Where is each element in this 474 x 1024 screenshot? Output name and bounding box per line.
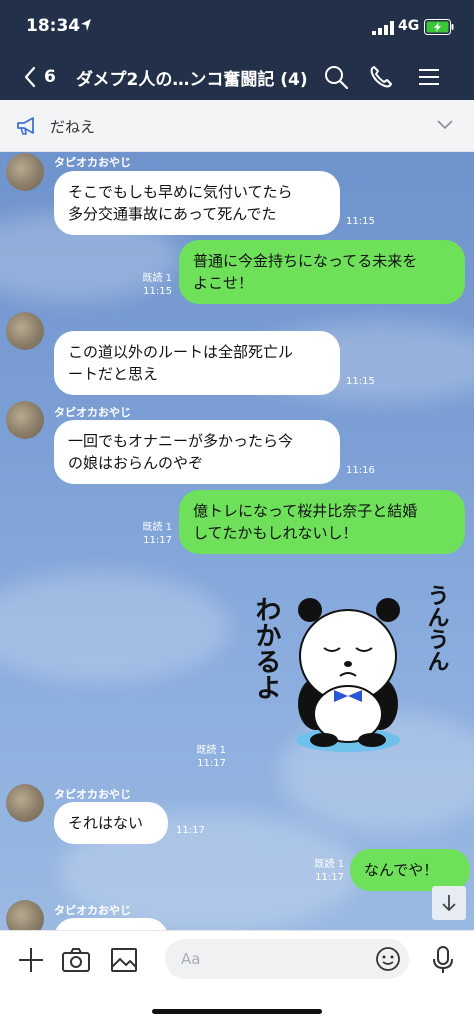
network-type: 4G [398,18,420,34]
read-receipt: 既読 1 [314,859,344,870]
message-line: 普通に今金持ちになってる未来を [193,252,418,270]
message-bubble-incoming[interactable]: それはない [54,802,168,844]
mic-icon[interactable] [428,945,458,975]
message-input-placeholder: Aa [181,950,201,968]
scroll-to-bottom-button[interactable] [432,886,466,920]
message-line: ートだと思え [68,365,159,383]
avatar[interactable] [6,312,44,350]
battery-charging-icon [424,19,454,35]
message-line: 一回でもオナニーが多かったら今 [68,432,294,450]
menu-icon[interactable] [416,64,442,90]
message-time: 11:17 [197,758,226,769]
sticker-text-left: わかるよ [251,596,281,700]
home-indicator [152,1009,322,1014]
emoji-icon[interactable] [375,946,401,972]
chat-area[interactable]: タピオカおやじ そこでもしも早めに気付いてたら 多分交通事故にあって死んでた 1… [0,152,474,930]
message-line: の娘はおらんのやぞ [68,454,204,472]
read-receipt: 既読 1 [142,522,172,533]
message-bubble-incoming[interactable]: この道以外のルートは全部死亡ル ートだと思え [54,331,340,395]
message-bubble-incoming[interactable] [54,918,168,930]
message-line: それはない [68,814,144,832]
message-input[interactable]: Aa [165,939,409,979]
message-line: よこせ！ [193,274,254,292]
sticker-text-right: うんうん [424,584,449,672]
message-time: 11:17 [315,872,344,883]
message-line: そこでもしも早めに気付いてたら [68,183,293,201]
message-bubble-outgoing[interactable]: なんでや！ [350,849,470,891]
read-receipt: 既読 1 [196,745,226,756]
message-time: 11:16 [346,465,375,476]
location-arrow-icon [81,19,91,31]
megaphone-icon [17,117,34,135]
panda-sticker-image: わかるよ うんうん [251,584,449,752]
plus-icon[interactable] [16,945,46,975]
message-bubble-outgoing[interactable]: 億トレになって桜井比奈子と結婚 してたかもしれないし！ [179,490,465,554]
avatar[interactable] [6,900,44,930]
announcement-bar[interactable]: だねえ [0,100,474,152]
status-time: 18:34 [26,16,81,36]
message-time: 11:17 [143,535,172,546]
message-time: 11:15 [143,286,172,297]
sender-name: タピオカおやじ [54,904,131,917]
read-receipt: 既読 1 [142,273,172,284]
top-bar: 18:34 4G 6 ダメプ2人の…ンコ奮闘記 (4) [0,0,474,100]
chat-title[interactable]: ダメプ2人の…ンコ奮闘記 (4) [76,65,312,90]
avatar[interactable] [6,784,44,822]
sender-name: タピオカおやじ [54,156,131,169]
image-icon[interactable] [109,945,139,975]
chevron-down-icon[interactable] [436,118,454,132]
message-line: してたかもしれないし！ [193,524,358,542]
sender-name: タピオカおやじ [54,788,131,801]
unread-count: 6 [44,67,56,87]
message-line: この道以外のルートは全部死亡ル [68,343,294,361]
back-chevron-icon [24,66,36,88]
status-bar: 18:34 4G [0,0,474,52]
arrow-down-icon [442,895,456,912]
avatar[interactable] [6,401,44,439]
back-button[interactable]: 6 [24,62,64,92]
chat-header: 6 ダメプ2人の…ンコ奮闘記 (4) [0,52,474,100]
search-icon[interactable] [323,64,349,90]
camera-icon[interactable] [61,945,91,975]
message-bubble-outgoing[interactable]: 普通に今金持ちになってる未来を よこせ！ [179,240,465,304]
message-time: 11:17 [176,825,205,836]
input-bar: Aa [0,930,474,1024]
signal-icon [372,21,394,35]
sender-name: タピオカおやじ [54,406,131,419]
panda-sticker[interactable]: わかるよ うんうん [238,564,460,764]
announcement-text: だねえ [50,118,96,136]
message-line: なんでや！ [364,861,439,879]
message-time: 11:15 [346,216,375,227]
message-time: 11:15 [346,376,375,387]
message-line: 多分交通事故にあって死んでた [68,205,277,223]
message-bubble-incoming[interactable]: 一回でもオナニーが多かったら今 の娘はおらんのやぞ [54,420,340,484]
message-bubble-incoming[interactable]: そこでもしも早めに気付いてたら 多分交通事故にあって死んでた [54,171,340,235]
avatar[interactable] [6,153,44,191]
phone-icon[interactable] [368,64,394,90]
message-line: 億トレになって桜井比奈子と結婚 [193,502,418,520]
